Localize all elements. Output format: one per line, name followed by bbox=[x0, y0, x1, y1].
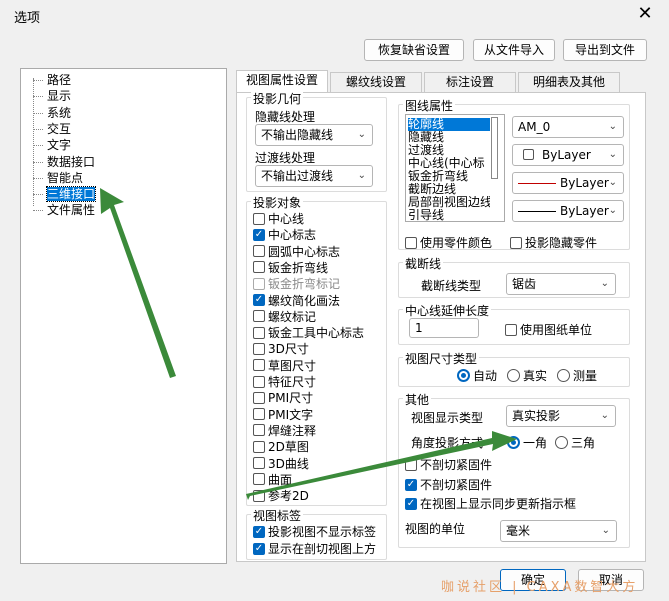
annotation-arrows bbox=[100, 188, 517, 500]
arrow-to-tree-item bbox=[100, 188, 176, 378]
arrow-to-angle-option bbox=[246, 431, 517, 500]
